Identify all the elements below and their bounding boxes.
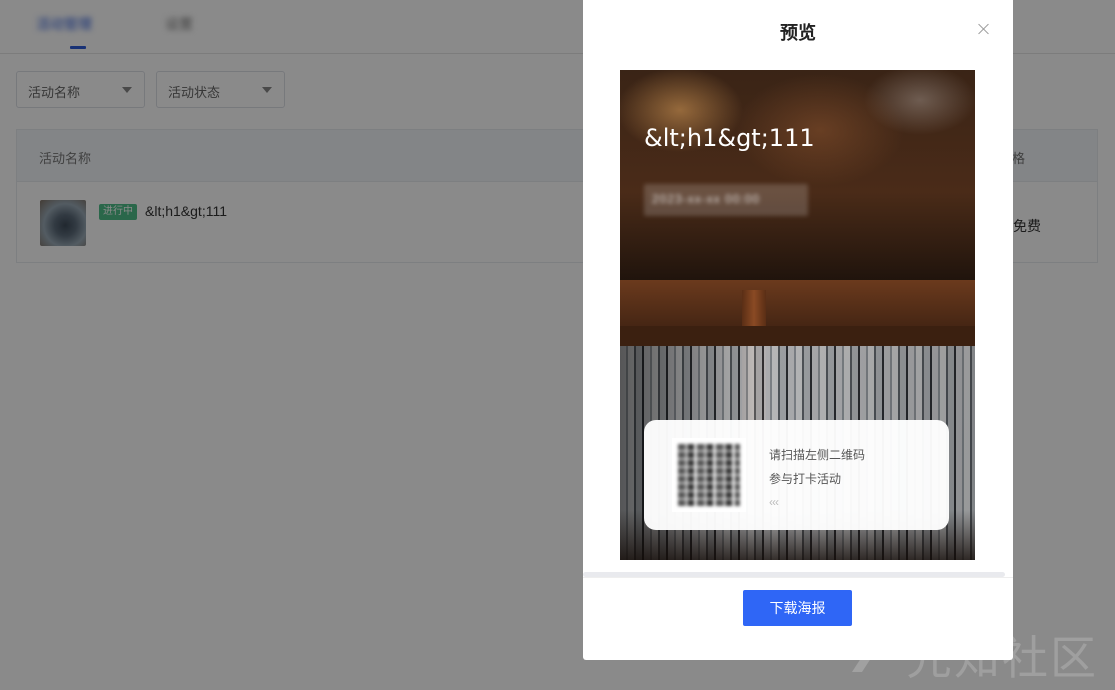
poster-preview: &lt;h1&gt;111 2023-xx-xx 00:00 请扫描左侧二维码 … — [620, 70, 975, 560]
chevrons-left-icon: ‹‹‹ — [769, 495, 779, 509]
preview-dialog: 预览 &lt;h1&gt;111 2023-xx-xx 00:00 请扫描左侧二… — [583, 0, 1013, 660]
poster-title: &lt;h1&gt;111 — [644, 124, 815, 152]
qr-instruction-line-1: 请扫描左侧二维码 — [769, 448, 866, 462]
watermark-text: 先知社区 — [848, 622, 1098, 688]
watermark-label: 先知社区 — [906, 631, 1098, 685]
qr-instruction-line-2: 参与打卡活动 — [769, 472, 842, 486]
qr-code-image — [672, 438, 746, 512]
close-icon[interactable] — [975, 20, 993, 38]
poster-shelf-edge — [620, 326, 975, 346]
poster-subtitle-text: 2023-xx-xx 00:00 — [652, 192, 761, 206]
dialog-title: 预览 — [780, 23, 816, 43]
footer-divider — [583, 577, 1013, 578]
qr-code-pattern — [678, 444, 740, 506]
download-poster-button[interactable]: 下载海报 — [743, 590, 852, 626]
qr-card: 请扫描左侧二维码 参与打卡活动 ‹‹‹ — [644, 420, 949, 530]
poster-subtitle: 2023-xx-xx 00:00 — [644, 184, 808, 216]
